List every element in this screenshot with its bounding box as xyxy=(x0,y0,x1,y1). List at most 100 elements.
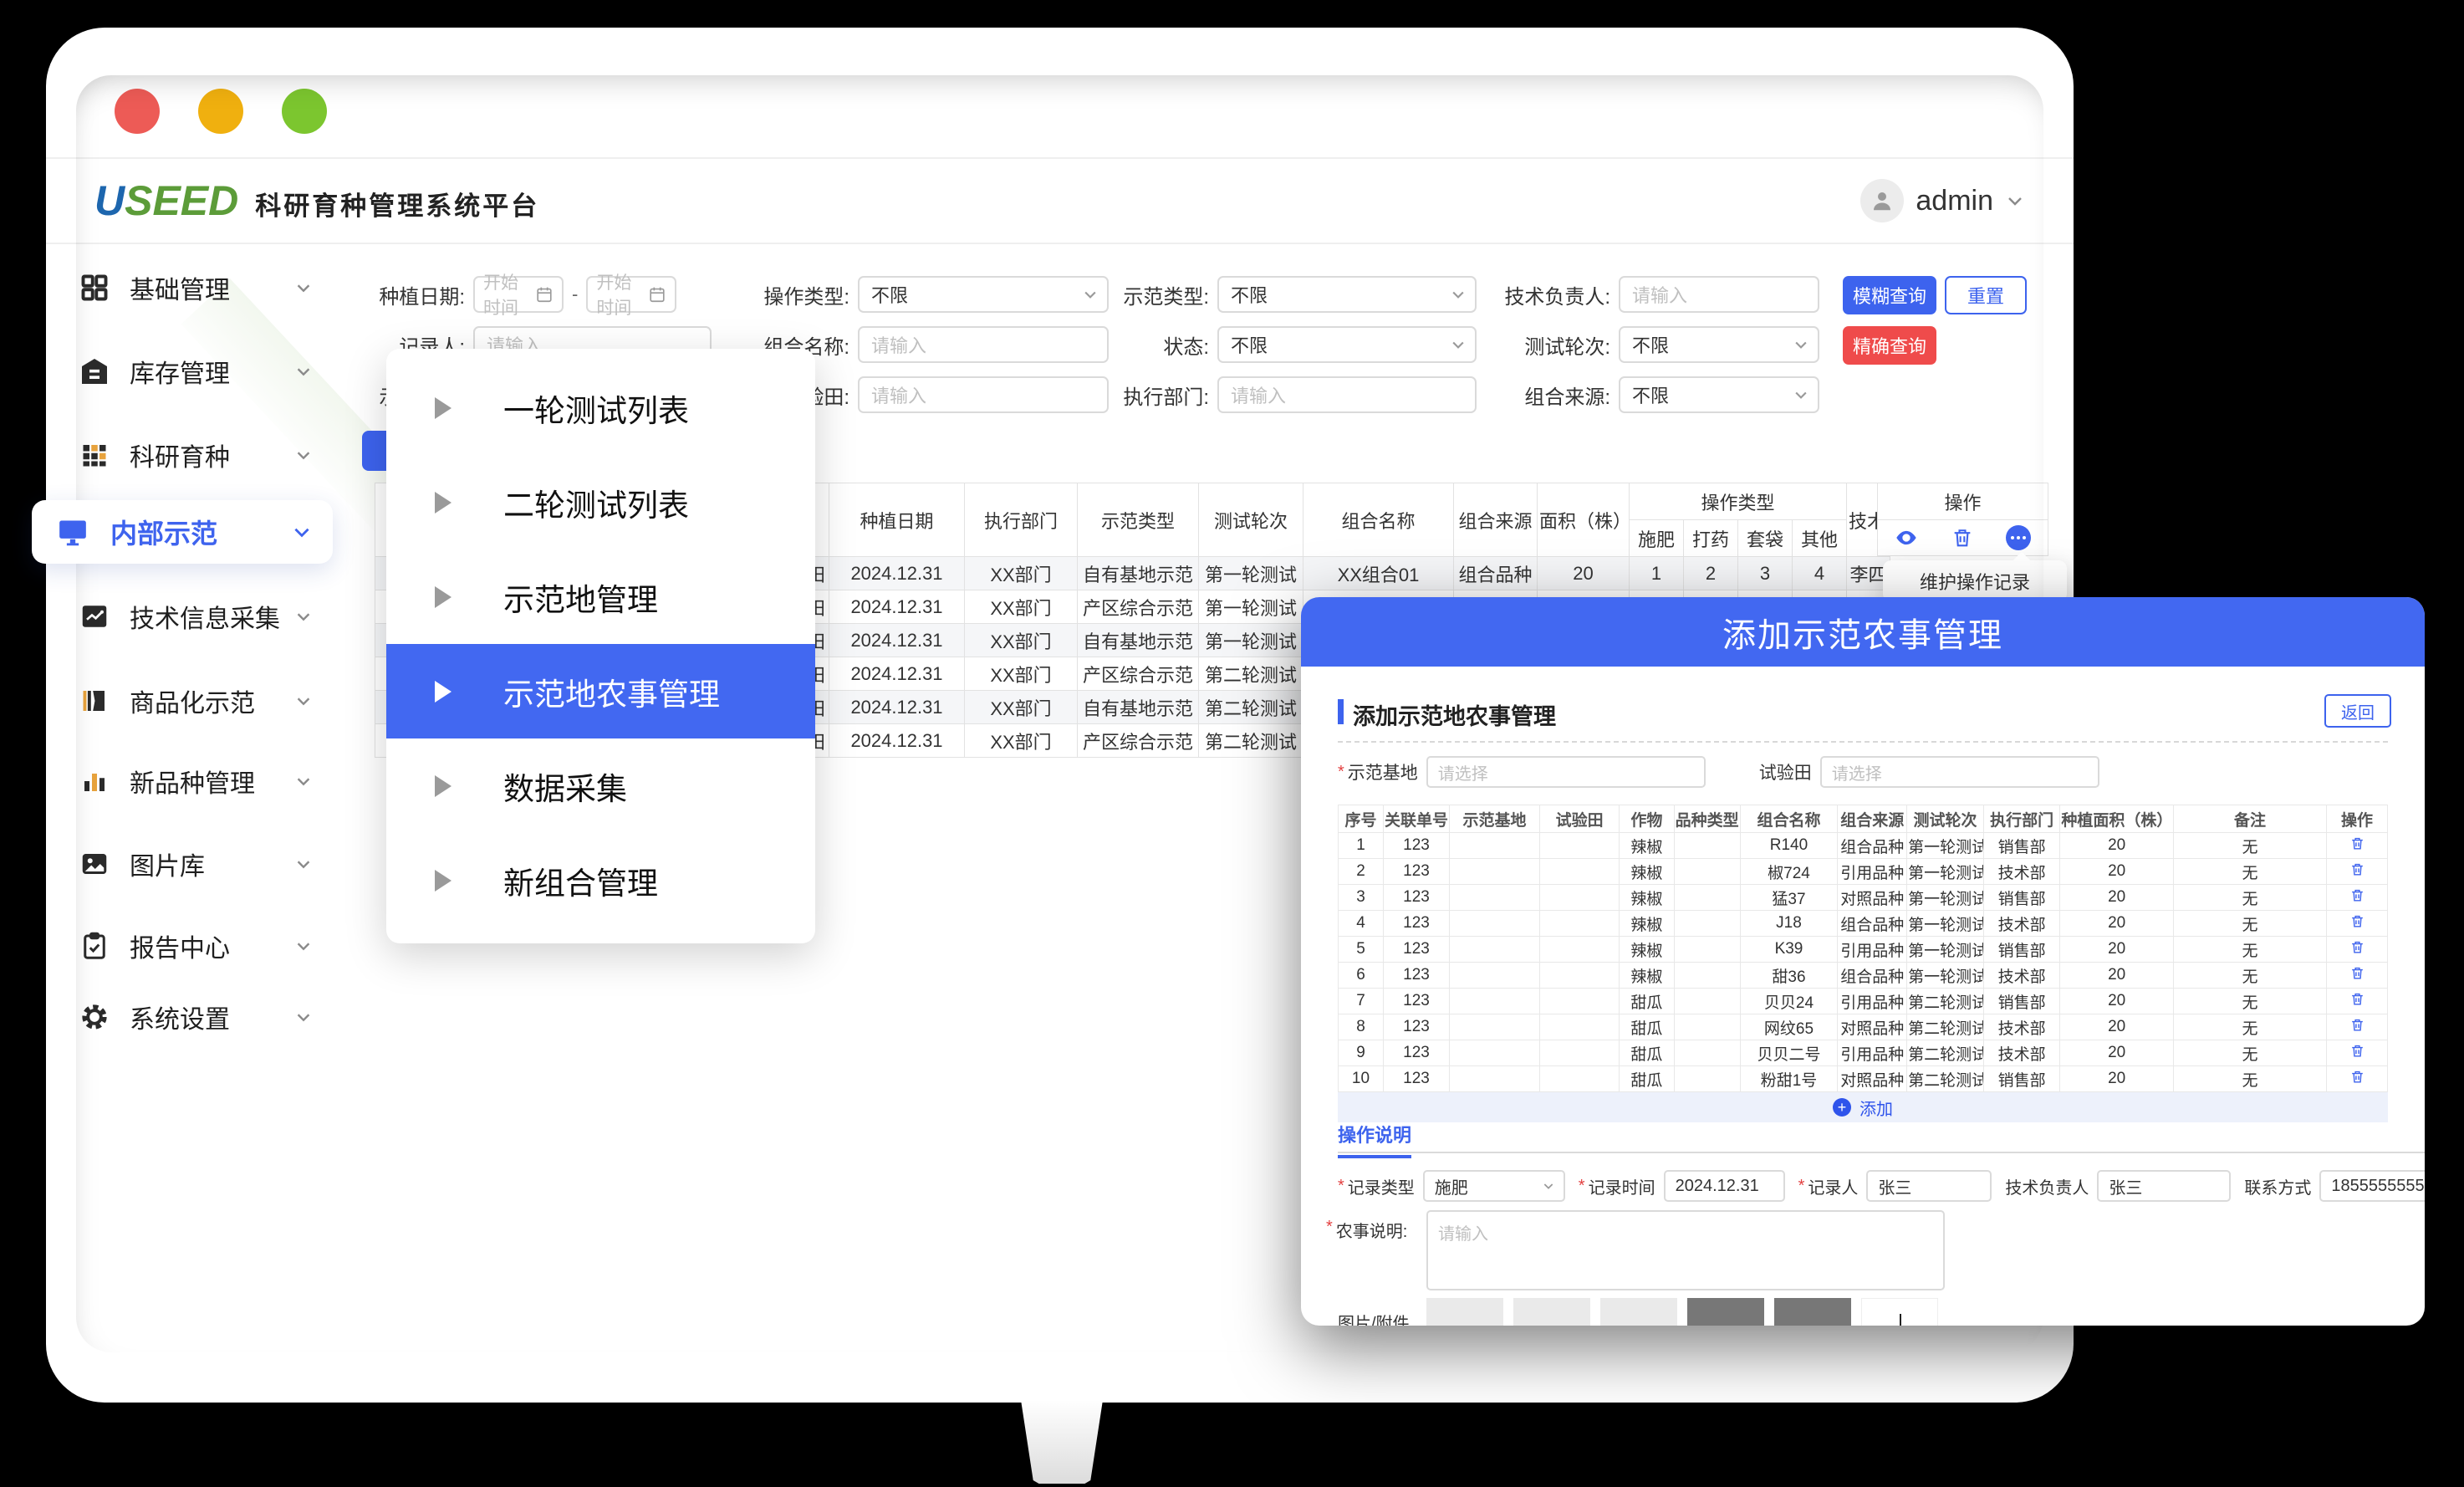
modal-text-input[interactable]: 1855555555 xyxy=(2319,1170,2425,1202)
add-row-button[interactable]: +添加 xyxy=(1338,1092,2388,1122)
maintain-records-menu-item[interactable]: 维护操作记录 xyxy=(1883,560,2067,602)
filter-label: 测试轮次: xyxy=(1477,330,1619,360)
menu-item-3[interactable]: 示范地管理 xyxy=(386,549,815,644)
filter-select[interactable]: 不限 xyxy=(1217,276,1477,313)
chevron-down-icon xyxy=(294,937,313,955)
farming-description-textarea[interactable]: 请输入 xyxy=(1426,1210,1945,1290)
date-input[interactable]: 开始时间 xyxy=(473,276,564,313)
sidebar-item-internal-demo[interactable]: 内部示范 xyxy=(32,500,333,564)
back-button[interactable]: 返回 xyxy=(2324,694,2391,728)
filter-select[interactable]: 不限 xyxy=(858,276,1109,313)
menu-item-6[interactable]: 新组合管理 xyxy=(386,833,815,927)
filter-label: 状态: xyxy=(1109,330,1217,360)
more-actions-icon[interactable] xyxy=(2006,525,2031,550)
sidebar-item-8[interactable]: 图片库 xyxy=(46,837,334,891)
plant-date-range: 开始时间-开始时间 xyxy=(473,276,682,313)
modal-form-group: 技术负责人张三 xyxy=(2005,1170,2231,1202)
delete-icon[interactable] xyxy=(1951,526,1974,549)
filter-select[interactable]: 不限 xyxy=(1619,376,1819,413)
minimize-light[interactable] xyxy=(198,89,243,134)
sidebar-item-1[interactable]: 基础管理 xyxy=(46,261,334,314)
modal-text-input[interactable]: 2024.12.31 xyxy=(1664,1170,1785,1202)
filter-input[interactable]: 请输入 xyxy=(1217,376,1477,413)
delete-row-icon[interactable] xyxy=(2349,1069,2365,1085)
modal-text-input[interactable]: 张三 xyxy=(2097,1170,2231,1202)
close-light[interactable] xyxy=(115,89,160,134)
chevron-down-icon xyxy=(1450,286,1467,303)
attachment-box[interactable] xyxy=(1774,1298,1851,1326)
attachment-box[interactable] xyxy=(1687,1298,1764,1326)
dashed-divider xyxy=(1338,741,2388,743)
reset-button[interactable]: 重置 xyxy=(1945,276,2027,314)
modal-select[interactable]: 请选择 xyxy=(1820,756,2099,788)
record-type-select[interactable]: 施肥 xyxy=(1423,1170,1565,1202)
menu-item-5[interactable]: 数据采集 xyxy=(386,738,815,833)
delete-row-icon[interactable] xyxy=(2349,1017,2365,1033)
sidebar-item-label: 商品化示范 xyxy=(130,682,255,719)
attachment-box[interactable] xyxy=(1426,1298,1503,1326)
chartline-icon xyxy=(79,601,110,631)
menu-item-1[interactable]: 一轮测试列表 xyxy=(386,360,815,455)
modal-table-row: 10123甜瓜粉甜1号对照品种第二轮测试销售部20无 xyxy=(1339,1066,2388,1092)
filter-select[interactable]: 不限 xyxy=(1619,326,1819,363)
delete-row-icon[interactable] xyxy=(2349,913,2365,929)
sidebar: 基础管理库存管理科研育种技术信息采集商品化示范新品种管理图片库报告中心系统设置 xyxy=(46,230,334,1352)
col-combo-name: 组合名称 xyxy=(1303,483,1454,557)
filter-input[interactable]: 请输入 xyxy=(858,376,1109,413)
filter-field: 不限 xyxy=(1217,326,1477,363)
menu-item-2[interactable]: 二轮测试列表 xyxy=(386,455,815,549)
modal-select[interactable]: 请选择 xyxy=(1426,756,1706,788)
menu-item-4[interactable]: 示范地农事管理 xyxy=(386,644,815,738)
chevron-down-icon xyxy=(291,521,313,543)
view-icon[interactable] xyxy=(1895,526,1918,549)
modal-form-group: 试验田请选择 xyxy=(1759,756,2099,788)
tab-operation-notes[interactable]: 操作说明 xyxy=(1338,1121,1411,1158)
sidebar-item-5[interactable]: 技术信息采集 xyxy=(46,590,334,643)
sidebar-item-label: 技术信息采集 xyxy=(130,598,280,635)
logo-u: U xyxy=(94,176,125,225)
filter-label: 组合来源: xyxy=(1477,381,1619,410)
sidebar-item-label: 报告中心 xyxy=(130,927,230,964)
modal-col-header: 序号 xyxy=(1339,805,1384,833)
modal-form-group: 联系方式1855555555 xyxy=(2244,1170,2425,1202)
delete-row-icon[interactable] xyxy=(2349,835,2365,851)
menu-item-label: 示范地农事管理 xyxy=(503,669,720,714)
attachment-box[interactable] xyxy=(1861,1298,1938,1326)
delete-row-icon[interactable] xyxy=(2349,939,2365,955)
username: admin xyxy=(1916,185,1993,217)
sidebar-item-6[interactable]: 商品化示范 xyxy=(46,674,334,728)
delete-row-icon[interactable] xyxy=(2349,1043,2365,1059)
filter-select[interactable]: 不限 xyxy=(1217,326,1477,363)
exact-search-button[interactable]: 精确查询 xyxy=(1843,326,1936,365)
sidebar-item-3[interactable]: 科研育种 xyxy=(46,428,334,482)
filter-input[interactable]: 请输入 xyxy=(1619,276,1819,313)
chevron-down-icon xyxy=(294,607,313,626)
delete-row-icon[interactable] xyxy=(2349,991,2365,1007)
triangle-right-icon xyxy=(435,397,451,419)
user-menu[interactable]: admin xyxy=(1860,179,2025,222)
attachment-box[interactable] xyxy=(1513,1298,1590,1326)
col-op-sub: 打药 xyxy=(1684,520,1738,557)
delete-row-icon[interactable] xyxy=(2349,861,2365,877)
sidebar-item-2[interactable]: 库存管理 xyxy=(46,345,334,398)
filter-input[interactable]: 请输入 xyxy=(858,326,1109,363)
modal-col-header: 组合来源 xyxy=(1838,805,1907,833)
modal-text-input[interactable]: 张三 xyxy=(1866,1170,1992,1202)
chevron-down-icon xyxy=(1793,386,1809,403)
filter-row-1: 种植日期:开始时间-开始时间操作类型:不限示范类型:不限技术负责人:请输入 xyxy=(373,276,1819,313)
date-range-dash: - xyxy=(572,284,578,305)
filter-field: 不限 xyxy=(1619,326,1819,363)
fuzzy-search-button[interactable]: 模糊查询 xyxy=(1843,276,1936,314)
sidebar-item-10[interactable]: 系统设置 xyxy=(46,990,334,1044)
attachment-thumbnails xyxy=(1426,1298,1938,1326)
sidebar-item-9[interactable]: 报告中心 xyxy=(46,919,334,973)
col-demo-type: 示范类型 xyxy=(1078,483,1199,557)
chevron-down-icon xyxy=(294,855,313,873)
date-input[interactable]: 开始时间 xyxy=(586,276,676,313)
attachment-box[interactable] xyxy=(1600,1298,1677,1326)
delete-row-icon[interactable] xyxy=(2349,887,2365,903)
modal-table-row: 3123辣椒猛37对照品种第一轮测试销售部20无 xyxy=(1339,885,2388,911)
sidebar-item-7[interactable]: 新品种管理 xyxy=(46,754,334,808)
delete-row-icon[interactable] xyxy=(2349,965,2365,981)
maximize-light[interactable] xyxy=(282,89,327,134)
